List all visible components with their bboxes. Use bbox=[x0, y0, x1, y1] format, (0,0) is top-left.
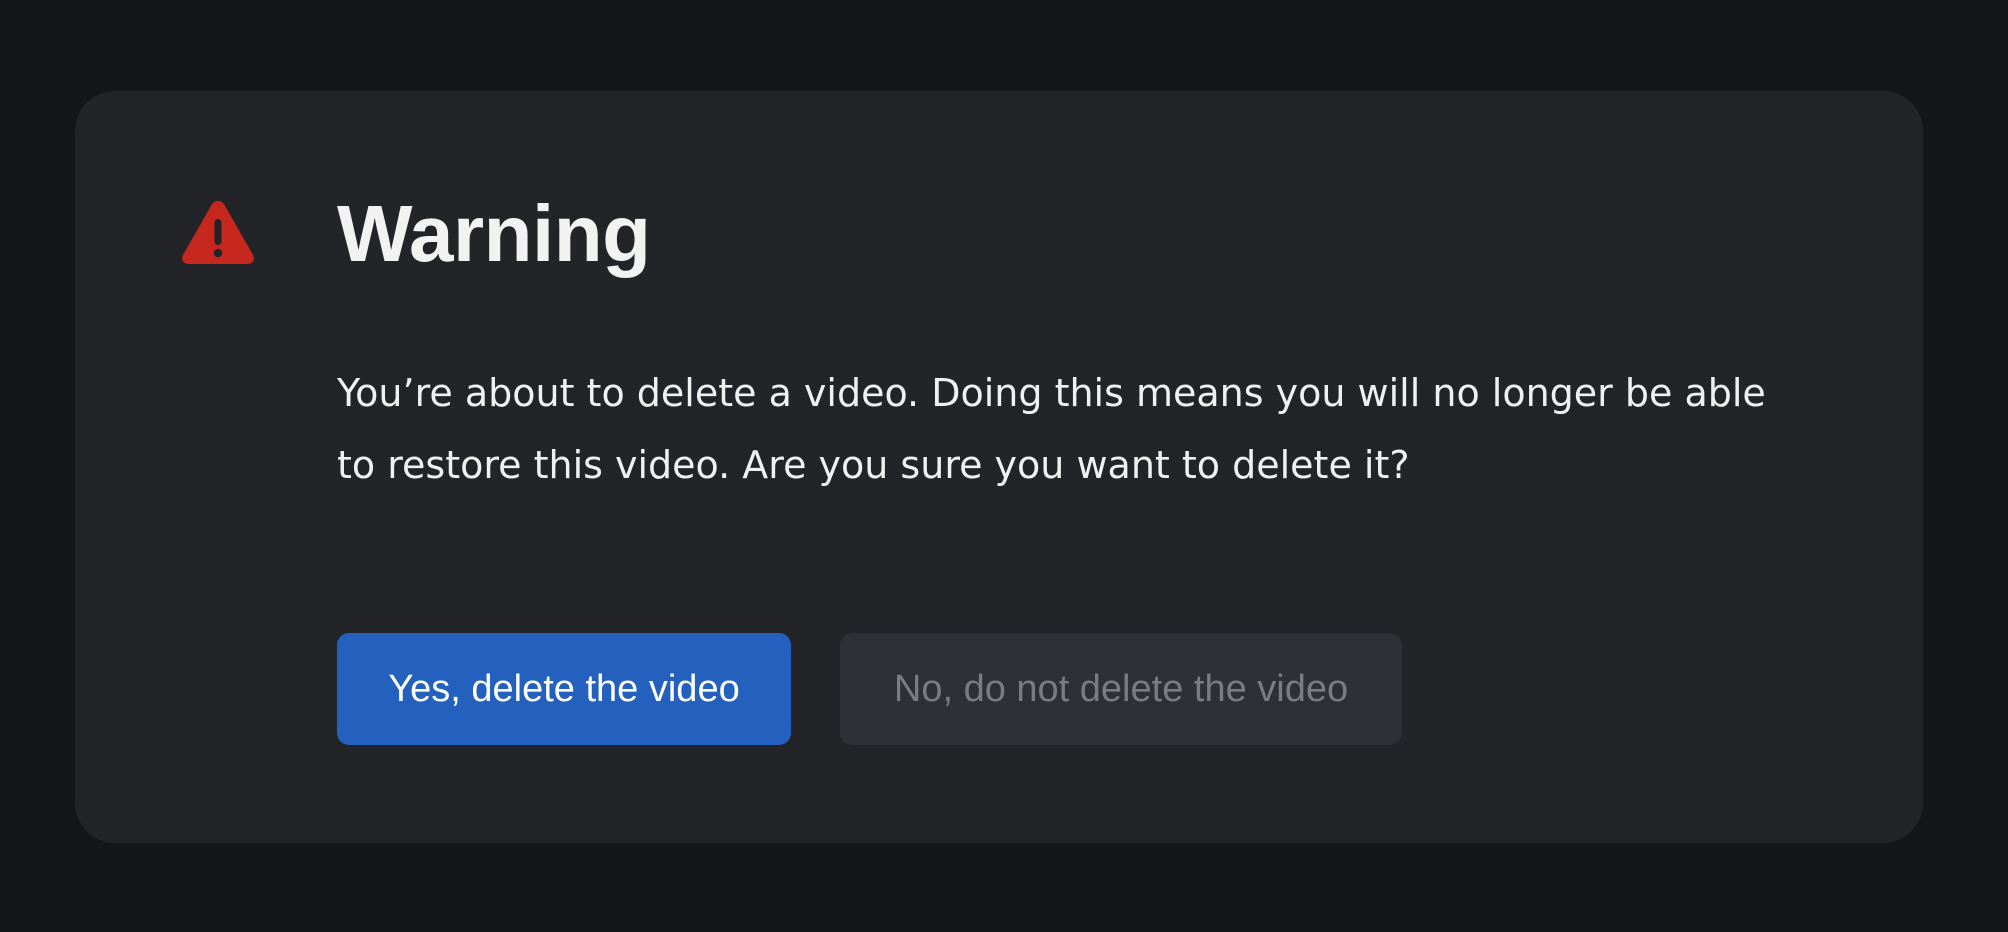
warning-triangle-icon bbox=[180, 197, 256, 267]
cancel-delete-button[interactable]: No, do not delete the video bbox=[840, 633, 1402, 745]
dialog-title: Warning bbox=[337, 189, 651, 278]
dialog-message: You’re about to delete a video. Doing th… bbox=[337, 371, 1766, 487]
confirm-delete-button[interactable]: Yes, delete the video bbox=[337, 633, 791, 745]
warning-dialog: Warning You’re about to delete a video. … bbox=[75, 91, 1923, 843]
